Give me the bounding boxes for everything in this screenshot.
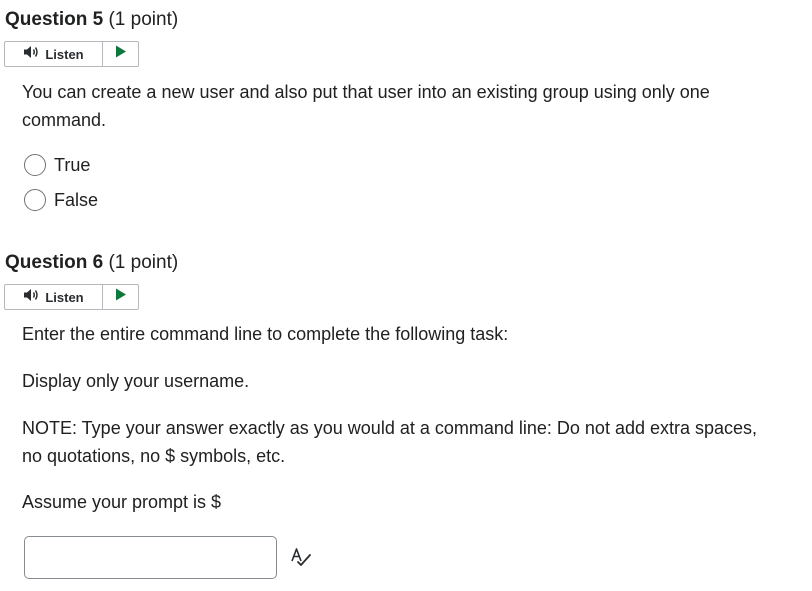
answer-input[interactable]	[24, 536, 277, 579]
listen-label: Listen	[45, 46, 84, 62]
listen-button[interactable]: Listen	[5, 42, 103, 66]
listen-button[interactable]: Listen	[5, 285, 103, 309]
play-button[interactable]	[103, 285, 138, 309]
radio-false[interactable]	[24, 189, 46, 211]
option-label: True	[54, 154, 91, 175]
question-6-note: NOTE: Type your answer exactly as you wo…	[22, 418, 758, 466]
question-points: (1 point)	[108, 9, 179, 30]
listen-control: Listen	[4, 41, 139, 67]
question-6-instruction: Enter the entire command line to complet…	[22, 324, 509, 344]
option-label: False	[54, 189, 99, 210]
question-number: Question 5	[5, 9, 104, 30]
option-true[interactable]: True	[24, 154, 90, 176]
radio-true[interactable]	[24, 154, 46, 176]
play-icon	[115, 45, 127, 63]
question-6-title: Question 6 (1 point)	[5, 252, 178, 274]
question-5-prompt: You can create a new user and also put t…	[22, 82, 710, 130]
play-icon	[115, 288, 127, 306]
question-5-title: Question 5 (1 point)	[5, 9, 178, 31]
listen-control: Listen	[4, 284, 139, 310]
question-number: Question 6	[5, 252, 104, 273]
speaker-icon	[23, 288, 40, 307]
question-6-prompt-hint: Assume your prompt is $	[22, 492, 222, 512]
question-points: (1 point)	[108, 252, 179, 273]
speaker-icon	[23, 45, 40, 64]
option-false[interactable]: False	[24, 189, 98, 211]
question-6-task: Display only your username.	[22, 371, 250, 391]
spellcheck-icon[interactable]	[290, 547, 312, 572]
listen-label: Listen	[45, 289, 84, 305]
play-button[interactable]	[103, 42, 138, 66]
